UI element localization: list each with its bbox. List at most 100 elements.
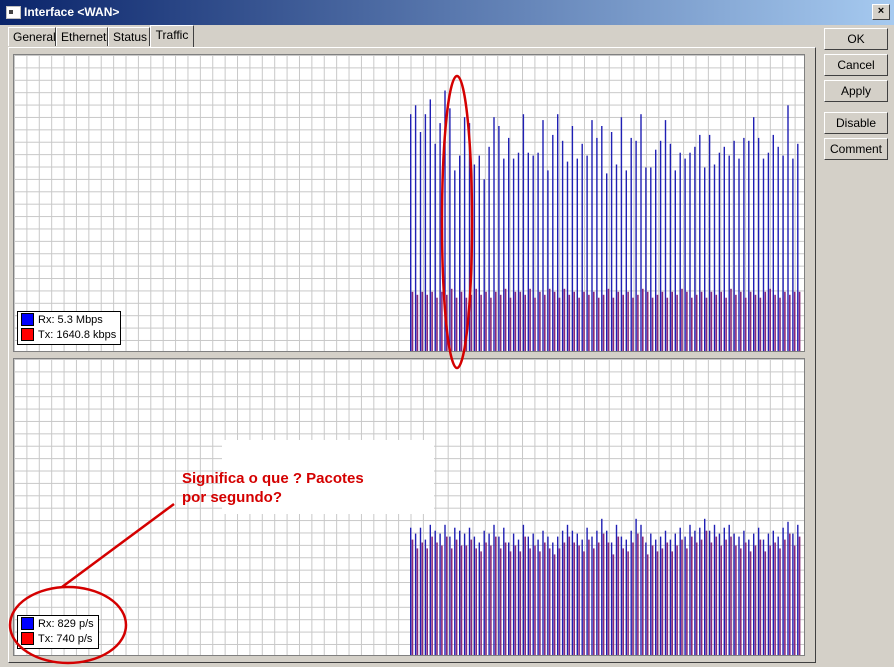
rx-bar [694, 530, 696, 655]
rx-bar [424, 539, 427, 655]
rx-bar [753, 117, 755, 351]
tx-bar [749, 291, 752, 351]
tx-bar [617, 291, 620, 351]
rx-bar [630, 530, 632, 655]
traffic-chart [410, 90, 801, 351]
tx-bar [519, 551, 522, 655]
tx-bar [666, 297, 669, 351]
tx-bar [597, 542, 600, 655]
rx-bar [557, 536, 559, 655]
annotation-line-1: Significa o que ? Pacotes [182, 470, 364, 487]
tx-bar [671, 551, 673, 655]
rx-bar [620, 536, 623, 655]
rx-bar [674, 170, 676, 351]
rx-bar [733, 140, 735, 351]
rx-bar [591, 120, 593, 351]
rx-bar [429, 524, 431, 655]
rx-bar [566, 524, 569, 655]
rx-bar [645, 542, 647, 655]
tx-bar [602, 294, 605, 351]
rx-bar [537, 539, 539, 655]
rx-bar [753, 533, 755, 655]
tx-bar [622, 548, 624, 655]
apply-button[interactable]: Apply [824, 80, 888, 102]
rx-bar [542, 120, 544, 351]
tx-bar [632, 297, 634, 351]
tx-bar [588, 539, 590, 655]
tab-status[interactable]: Status [108, 27, 150, 46]
ok-button[interactable]: OK [824, 28, 888, 50]
tx-bar [681, 539, 683, 655]
tx-bar [720, 291, 722, 351]
rx-bar [738, 536, 740, 655]
tx-bar [504, 542, 507, 655]
tx-bar [573, 542, 575, 655]
rx-bar [576, 533, 578, 655]
tx-bar [793, 291, 796, 351]
rx-bar [468, 123, 471, 351]
tx-bar [436, 542, 438, 655]
tx-bar [441, 545, 443, 655]
rx-bar [463, 533, 466, 655]
close-button[interactable]: × [872, 4, 890, 20]
tx-bar [465, 297, 468, 351]
tab-traffic[interactable]: Traffic [150, 25, 194, 47]
rx-bar [757, 137, 760, 351]
tx-bar [593, 291, 595, 351]
rx-bar [576, 158, 578, 351]
rx-bar [743, 137, 745, 351]
tx-bar [485, 291, 487, 351]
cancel-button[interactable]: Cancel [824, 54, 888, 76]
tx-bar [416, 294, 419, 351]
rx-bar [777, 536, 779, 655]
tx-bar [730, 536, 732, 655]
tx-bar [495, 291, 497, 351]
tx-bar [450, 548, 453, 655]
rx-bar [454, 170, 456, 351]
tx-bar [695, 294, 698, 351]
rx-bar [699, 527, 701, 655]
rx-bar [561, 530, 564, 655]
tab-general[interactable]: General [8, 27, 56, 46]
tx-bar [480, 551, 482, 655]
rx-bar [650, 533, 652, 655]
tx-bar [632, 542, 634, 655]
tx-bar [602, 533, 605, 655]
tab-ethernet[interactable]: Ethernet [56, 27, 108, 46]
tx-bar [764, 551, 767, 655]
rx-bar [522, 114, 525, 351]
rx-bar [635, 518, 637, 655]
rx-bar [743, 530, 745, 655]
rx-bar [552, 542, 554, 655]
rx-bar [630, 137, 632, 351]
tx-bar [578, 297, 580, 351]
tx-bar [646, 291, 649, 351]
rx-bar [723, 146, 725, 351]
rx-bar [512, 533, 515, 655]
disable-button[interactable]: Disable [824, 112, 888, 134]
rx-bar [610, 132, 613, 351]
rx-bar [454, 527, 456, 655]
rx-bar [571, 530, 574, 655]
tx-bar [446, 294, 448, 351]
comment-button[interactable]: Comment [824, 138, 888, 160]
rx-bar [547, 536, 549, 655]
tx-bar [774, 294, 776, 351]
rx-bar [689, 524, 691, 655]
rx-bar [483, 179, 485, 351]
rx-bar [615, 524, 618, 655]
tx-bar [651, 297, 654, 351]
tx-bar [749, 551, 752, 655]
rx-bar [414, 105, 417, 351]
rx-bar [782, 155, 784, 351]
rx-bar [532, 533, 534, 655]
rx-bar [434, 143, 436, 351]
tx-bar [455, 297, 458, 351]
rx-bar [434, 530, 436, 655]
tx-bar [534, 545, 536, 655]
tx-bar [661, 291, 664, 351]
rx-bar [596, 137, 598, 351]
rx-bar [777, 146, 779, 351]
legend-rx-row: Rx: 5.3 Mbps [21, 312, 116, 328]
tx-bar [798, 536, 801, 655]
